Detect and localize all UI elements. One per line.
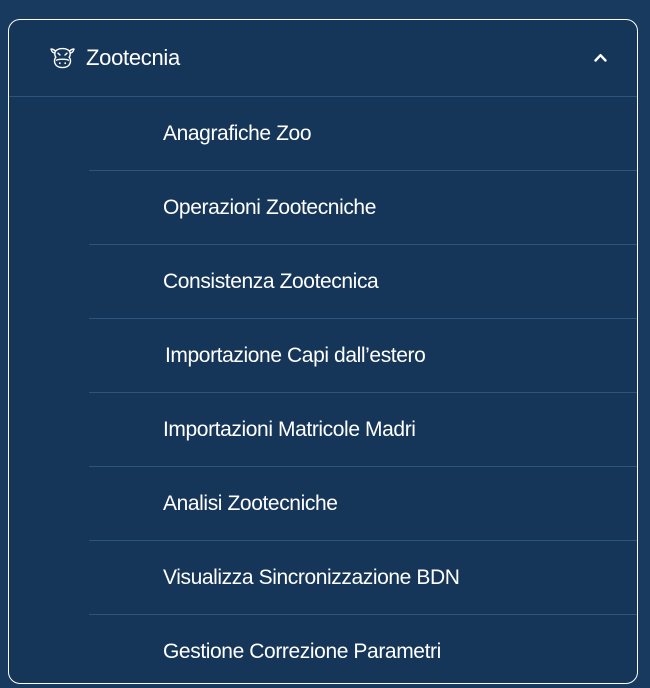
submenu-item-gestione-correzione-parametri[interactable]: Gestione Correzione Parametri <box>9 615 637 683</box>
menu-section-label: Zootecnia <box>86 45 180 70</box>
submenu-item-analisi-zootecniche[interactable]: Analisi Zootecniche <box>9 467 637 541</box>
sidebar-menu-panel: Zootecnia Anagrafiche Zoo Operazioni Zoo… <box>8 19 638 684</box>
menu-section-zootecnia-header[interactable]: Zootecnia <box>9 20 637 97</box>
submenu-item-label: Anagrafiche Zoo <box>163 122 312 145</box>
submenu-list: Anagrafiche Zoo Operazioni Zootecniche C… <box>9 97 637 683</box>
chevron-up-icon[interactable] <box>594 53 607 62</box>
submenu-item-label: Visualizza Sincronizzazione BDN <box>163 566 460 589</box>
submenu-item-label: Importazioni Matricole Madri <box>163 418 416 441</box>
submenu-item-label: Importazione Capi dall’estero <box>165 344 426 367</box>
submenu-item-importazioni-matricole-madri[interactable]: Importazioni Matricole Madri <box>9 393 637 467</box>
cow-icon <box>50 47 75 69</box>
submenu-item-operazioni-zootecniche[interactable]: Operazioni Zootecniche <box>9 171 637 245</box>
submenu-item-label: Gestione Correzione Parametri <box>163 640 441 663</box>
submenu-item-label: Consistenza Zootecnica <box>163 270 379 293</box>
submenu-item-anagrafiche-zoo[interactable]: Anagrafiche Zoo <box>9 97 637 171</box>
submenu-item-visualizza-sincronizzazione-bdn[interactable]: Visualizza Sincronizzazione BDN <box>9 541 637 615</box>
submenu-item-consistenza-zootecnica[interactable]: Consistenza Zootecnica <box>9 245 637 319</box>
submenu-item-label: Operazioni Zootecniche <box>163 196 376 219</box>
submenu-item-label: Analisi Zootecniche <box>163 492 338 515</box>
submenu-item-importazione-capi-estero[interactable]: Importazione Capi dall’estero <box>9 319 637 393</box>
